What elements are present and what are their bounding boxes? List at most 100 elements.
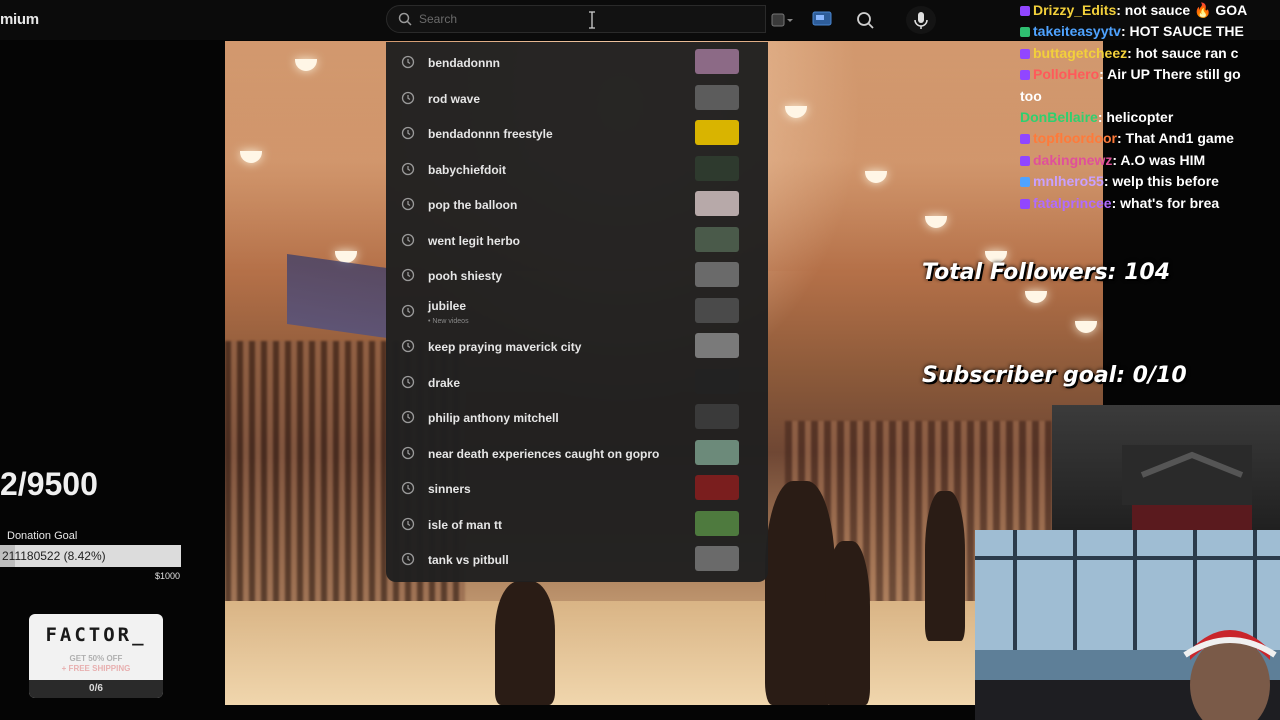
text-cursor-icon	[589, 11, 595, 29]
factor-logo: FACTOR_	[45, 624, 147, 646]
cast-button[interactable]	[810, 9, 834, 29]
history-icon	[401, 91, 415, 104]
chat-username[interactable]: mnlhero55	[1033, 173, 1104, 189]
chat-message: dakingnewz: A.O was HIM	[1020, 150, 1280, 171]
search-suggestion-item[interactable]: babychiefdoit	[386, 151, 768, 186]
suggestion-thumbnail	[695, 297, 739, 323]
history-icon	[401, 126, 415, 140]
history-icon	[401, 410, 415, 424]
search-suggestion-item[interactable]: rod wave	[386, 80, 768, 115]
history-icon	[401, 268, 415, 282]
suggestion-thumbnail	[695, 475, 739, 500]
search-suggestion-item[interactable]: keep praying maverick city	[386, 328, 768, 363]
donation-max: $1000	[155, 571, 181, 581]
suggestion-thumbnail	[695, 226, 739, 252]
brand-text: mium	[0, 11, 39, 28]
chat-username[interactable]: Drizzy_Edits	[1033, 2, 1116, 18]
sub-count-text: 2/9500	[0, 466, 98, 502]
history-icon	[401, 162, 415, 175]
chat-text: hot sauce ran c	[1131, 44, 1239, 61]
search-suggestion-item[interactable]: bendadonnn freestyle	[386, 115, 768, 150]
suggestion-text: drake	[428, 375, 461, 390]
history-icon	[401, 481, 415, 495]
chat-text: helicopter	[1102, 109, 1174, 126]
chat-username[interactable]: DonBellaire	[1020, 109, 1098, 125]
chat-badge-icon	[1020, 134, 1030, 145]
search-suggestion-item[interactable]: drake	[386, 364, 768, 399]
suggestion-thumbnail	[695, 120, 739, 145]
suggestion-thumbnail	[695, 155, 739, 181]
search-suggestion-item[interactable]: tank vs pitbull	[386, 541, 768, 576]
chat-username[interactable]: PolloHero	[1033, 66, 1099, 82]
history-icon	[401, 552, 415, 566]
chat-badge-icon	[1020, 27, 1030, 38]
chat-badge-icon	[1020, 48, 1030, 59]
chat-username[interactable]: buttagetcheez	[1033, 45, 1127, 61]
history-icon	[401, 55, 415, 69]
video-banner	[287, 253, 387, 339]
chat-text: welp this before	[1108, 173, 1219, 190]
search-suggestion-item[interactable]: near death experiences caught on gopro	[386, 435, 768, 470]
history-icon	[401, 197, 415, 211]
suggestion-text: babychiefdoit	[428, 162, 507, 177]
search-box[interactable]	[386, 5, 766, 33]
suggestion-thumbnail	[695, 439, 739, 465]
suggestion-text: pooh shiesty	[428, 269, 503, 283]
total-followers-text: Total Followers: 104	[922, 260, 1171, 285]
chat-text: A.O was HIM	[1117, 151, 1206, 168]
search-icon	[857, 12, 874, 29]
history-icon	[401, 446, 415, 459]
chat-message: takeiteasyytv: HOT SAUCE THE	[1020, 21, 1280, 42]
chat-username[interactable]: topfloordoor	[1033, 130, 1117, 146]
suggestion-text: keep praying maverick city	[428, 340, 582, 354]
chat-text: too	[1020, 87, 1042, 104]
chat-username[interactable]: fatalprincee	[1033, 195, 1112, 211]
chat-badge-icon	[1020, 198, 1030, 209]
search-suggestion-item[interactable]: philip anthony mitchell	[386, 399, 768, 434]
suggestion-text: bendadonnn	[428, 56, 500, 70]
search-submit-button[interactable]	[852, 7, 880, 33]
webcam-image	[975, 530, 1280, 720]
suggestion-text: sinners	[428, 482, 471, 496]
search-suggestion-item[interactable]: bendadonnn	[386, 44, 768, 79]
chat-message: too	[1020, 86, 1280, 107]
suggestion-text: near death experiences caught on gopro	[428, 446, 660, 461]
donation-goal-label: Donation Goal	[7, 530, 78, 542]
chat-message: topfloordoor: That And1 game	[1020, 128, 1280, 149]
chat-text: Air UP There still go	[1103, 66, 1241, 83]
history-icon	[401, 304, 415, 317]
chat-message: buttagetcheez: hot sauce ran c	[1020, 43, 1280, 64]
search-suggestion-item[interactable]: pooh shiesty	[386, 257, 768, 292]
search-suggestion-item[interactable]: isle of man tt	[386, 506, 768, 541]
suggestion-text: pop the balloon	[428, 198, 518, 212]
search-suggestion-item[interactable]: sinners	[386, 470, 768, 505]
chat-username[interactable]: dakingnewz	[1033, 152, 1112, 168]
chat-message: PolloHero: Air UP There still go	[1020, 64, 1280, 85]
keyboard-icon	[771, 13, 793, 27]
room-camera-image	[1122, 445, 1252, 535]
history-icon	[401, 517, 415, 530]
suggestion-thumbnail	[695, 510, 739, 536]
suggestion-text: isle of man tt	[428, 517, 503, 532]
factor-count: 0/6	[89, 683, 103, 694]
suggestion-text: philip anthony mitchell	[428, 411, 559, 425]
suggestion-subtext: • New videos	[428, 317, 469, 325]
history-icon	[401, 339, 415, 353]
search-icon	[397, 11, 413, 32]
factor-offer-line2: + FREE SHIPPING	[61, 664, 131, 673]
suggestion-thumbnail	[695, 368, 739, 394]
search-input[interactable]	[419, 9, 719, 29]
chat-overlay: Drizzy_Edits: not sauce 🔥 GOA takeiteasyy…	[1020, 0, 1280, 211]
chat-username[interactable]: takeiteasyytv	[1033, 23, 1121, 39]
voice-search-button[interactable]	[906, 6, 936, 34]
search-suggestion-item[interactable]: went legit herbo	[386, 222, 768, 257]
streamer-webcam	[975, 530, 1280, 720]
search-suggestion-item[interactable]: jubilee • New videos	[386, 293, 768, 328]
search-suggestion-item[interactable]: pop the balloon	[386, 186, 768, 221]
suggestion-text: rod wave	[428, 91, 481, 106]
suggestion-thumbnail	[695, 84, 739, 110]
keyboard-button[interactable]	[770, 10, 794, 30]
suggestion-text: jubilee	[428, 298, 467, 313]
chat-text: not sauce 🔥 GOA	[1120, 2, 1248, 18]
suggestion-thumbnail	[695, 49, 739, 74]
